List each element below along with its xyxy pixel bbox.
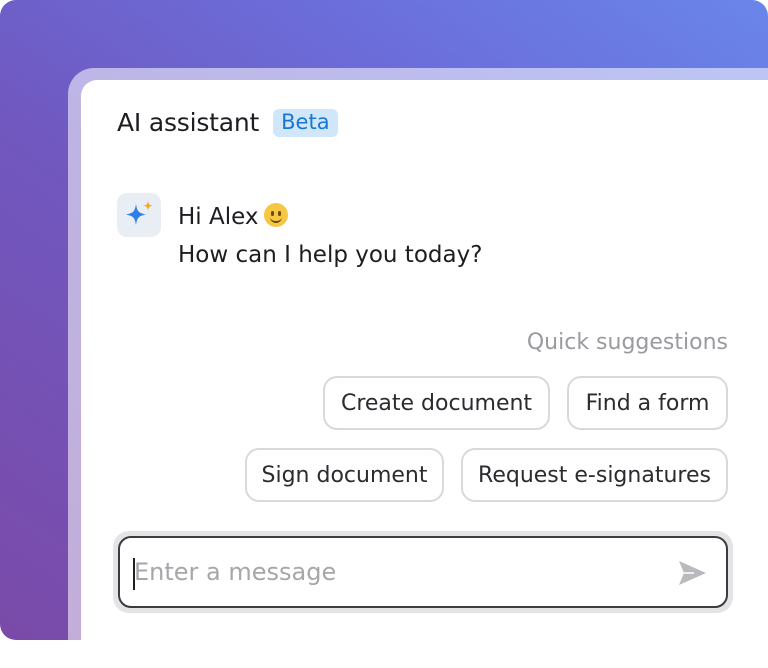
suggestion-find-a-form[interactable]: Find a form: [567, 376, 728, 430]
panel-header: AI assistant Beta: [117, 108, 338, 137]
prompt-text: How can I help you today?: [178, 242, 483, 268]
smiley-icon: [264, 203, 289, 227]
assistant-message: Hi Alex How can I help you today?: [178, 198, 482, 274]
message-placeholder: Enter a message: [134, 558, 337, 586]
suggestion-request-e-signatures[interactable]: Request e-signatures: [461, 448, 728, 502]
beta-badge: Beta: [273, 108, 338, 137]
send-icon[interactable]: [676, 557, 708, 589]
panel-title: AI assistant: [117, 108, 260, 137]
sparkle-icon: [126, 201, 153, 225]
greeting-text: Hi Alex: [178, 204, 259, 230]
quick-suggestions-title: Quick suggestions: [526, 330, 728, 355]
greeting-line: Hi Alex: [178, 198, 482, 236]
suggestion-create-document[interactable]: Create document: [323, 376, 550, 430]
suggestion-sign-document[interactable]: Sign document: [245, 448, 444, 502]
assistant-avatar: [117, 193, 161, 237]
